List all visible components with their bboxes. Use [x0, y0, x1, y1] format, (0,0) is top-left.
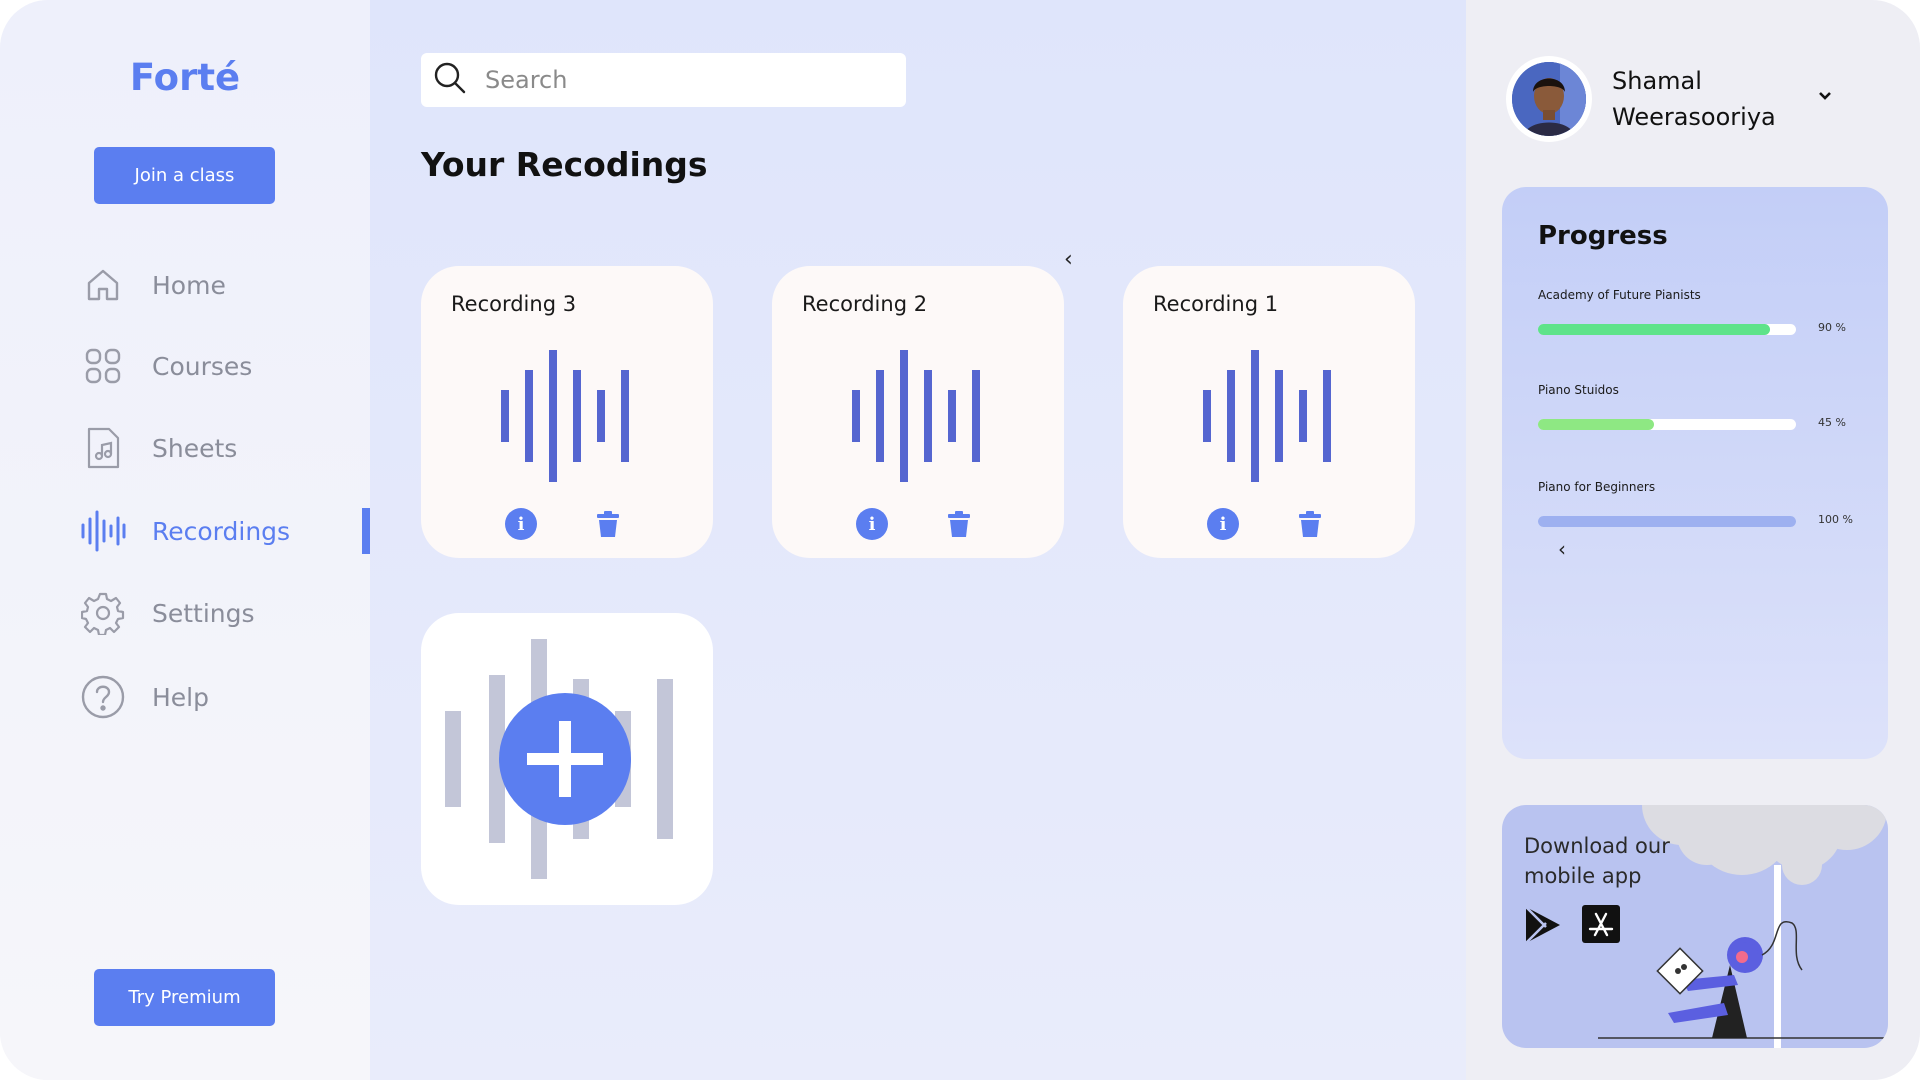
- progress-item: Academy of Future Pianists 90 %: [1538, 288, 1858, 335]
- home-icon: [80, 262, 126, 308]
- recording-card[interactable]: Recording 3 i: [421, 266, 713, 558]
- progress-track: [1538, 419, 1796, 430]
- user-first-name: Shamal: [1612, 67, 1702, 95]
- recording-title: Recording 1: [1153, 292, 1279, 316]
- download-text-line1: Download our: [1524, 834, 1670, 858]
- sidebar-item-label: Help: [152, 682, 209, 712]
- user-profile[interactable]: Shamal Weerasooriya: [1506, 56, 1822, 142]
- sidebar-item-label: Home: [152, 270, 226, 300]
- search-bar: [421, 53, 906, 107]
- app-window: Forté Join a class Home Courses Sheets R…: [0, 0, 1920, 1080]
- avatar-image: [1512, 62, 1586, 136]
- sidebar-item-recordings[interactable]: Recordings: [80, 503, 370, 559]
- waveform-icon: [852, 350, 980, 482]
- progress-item: Piano for Beginners 100 %: [1538, 480, 1858, 527]
- progress-item: Piano Stuidos 45 %: [1538, 383, 1858, 430]
- help-icon: [80, 674, 126, 720]
- progress-percent: 90 %: [1818, 321, 1846, 334]
- sidebar-item-label: Courses: [152, 351, 253, 381]
- progress-title: Progress: [1538, 221, 1668, 251]
- course-name: Academy of Future Pianists: [1538, 288, 1701, 302]
- app-store-icon[interactable]: [1582, 905, 1620, 947]
- sidebar-item-home[interactable]: Home: [80, 257, 370, 313]
- add-recording-card[interactable]: [421, 613, 713, 905]
- search-icon: [433, 61, 467, 99]
- progress-fill: [1538, 324, 1771, 335]
- active-indicator: [362, 508, 370, 554]
- page-title: Your Recodings: [421, 145, 708, 184]
- progress-fill: [1538, 419, 1655, 430]
- user-name: Shamal Weerasooriya: [1612, 63, 1822, 135]
- right-panel: Shamal Weerasooriya Progress Academy of …: [1466, 0, 1920, 1080]
- recording-title: Recording 3: [451, 292, 577, 316]
- search-input[interactable]: [485, 66, 885, 94]
- progress-track: [1538, 324, 1796, 335]
- sidebar-item-sheets[interactable]: Sheets: [80, 420, 370, 476]
- recording-title: Recording 2: [802, 292, 928, 316]
- gear-icon: [80, 590, 126, 636]
- avatar[interactable]: [1506, 56, 1592, 142]
- progress-card: Progress Academy of Future Pianists 90 %…: [1502, 187, 1888, 759]
- try-premium-button[interactable]: Try Premium: [94, 969, 275, 1026]
- add-recording-button[interactable]: [499, 693, 631, 825]
- sidebar: Forté Join a class Home Courses Sheets R…: [0, 0, 370, 1080]
- sidebar-item-label: Settings: [152, 598, 255, 628]
- sidebar-item-courses[interactable]: Courses: [80, 338, 370, 394]
- progress-percent: 45 %: [1818, 416, 1846, 429]
- sidebar-item-settings[interactable]: Settings: [80, 585, 370, 641]
- progress-track: [1538, 516, 1796, 527]
- scroll-left-arrow[interactable]: ‹: [1064, 247, 1073, 272]
- app-logo: Forté: [129, 56, 241, 99]
- main-content: Your Recodings ‹ Recording 3 i Record: [370, 0, 1466, 1080]
- join-class-button[interactable]: Join a class: [94, 147, 275, 204]
- recording-card[interactable]: Recording 2 i: [772, 266, 1064, 558]
- waveform-icon: [1203, 350, 1331, 482]
- sidebar-item-label: Sheets: [152, 433, 238, 463]
- chevron-down-icon[interactable]: [1818, 86, 1832, 105]
- progress-percent: 100 %: [1818, 513, 1853, 526]
- waveform-icon: [501, 350, 629, 482]
- recording-card[interactable]: Recording 1 i: [1123, 266, 1415, 558]
- trash-icon[interactable]: [948, 511, 970, 541]
- user-last-name: Weerasooriya: [1612, 103, 1776, 131]
- download-text: Download our mobile app: [1524, 831, 1694, 891]
- info-button[interactable]: i: [1207, 508, 1239, 540]
- audio-wave-icon: [80, 508, 126, 554]
- sidebar-item-label: Recordings: [152, 516, 291, 546]
- download-text-line2: mobile app: [1524, 864, 1642, 888]
- sheet-music-icon: [80, 425, 126, 471]
- trash-icon[interactable]: [1299, 511, 1321, 541]
- sidebar-item-help[interactable]: Help: [80, 669, 370, 725]
- course-name: Piano for Beginners: [1538, 480, 1656, 494]
- download-app-card: Download our mobile app: [1502, 805, 1888, 1048]
- plus-icon: [527, 721, 603, 797]
- progress-scroll-arrow[interactable]: ‹: [1558, 537, 1566, 561]
- info-button[interactable]: i: [505, 508, 537, 540]
- course-name: Piano Stuidos: [1538, 383, 1619, 397]
- progress-fill: [1538, 516, 1796, 527]
- trash-icon[interactable]: [597, 511, 619, 541]
- google-play-icon[interactable]: [1524, 905, 1562, 949]
- grid-icon: [80, 343, 126, 389]
- info-button[interactable]: i: [856, 508, 888, 540]
